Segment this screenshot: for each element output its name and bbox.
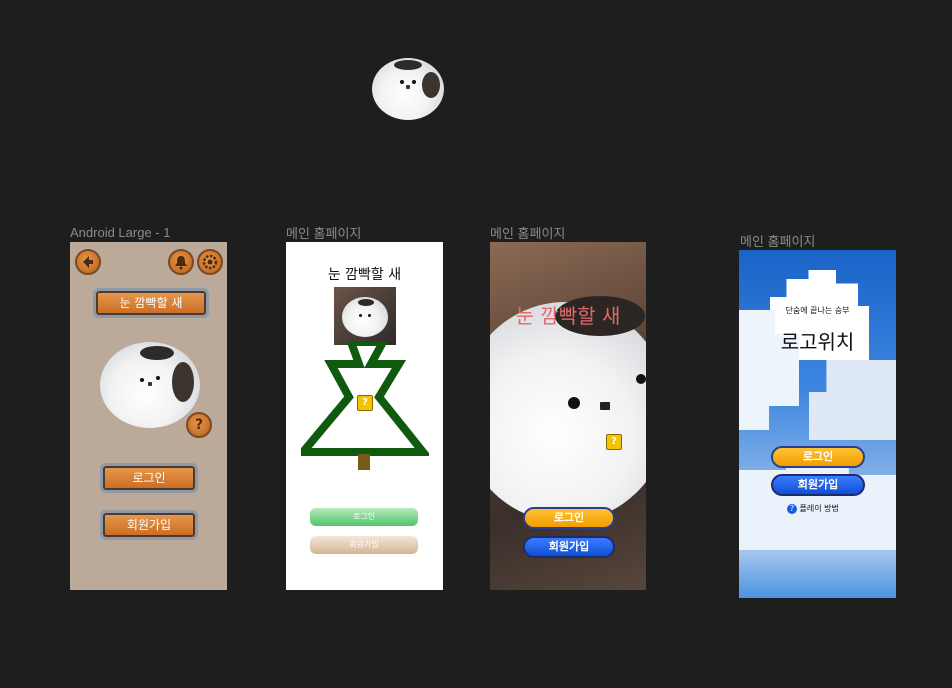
- frame-label-android-large[interactable]: Android Large - 1: [70, 225, 170, 240]
- login-button[interactable]: 로그인: [100, 463, 198, 493]
- frame-label-main-home-1[interactable]: 메인 홈페이지: [286, 223, 361, 242]
- frame-main-home-1: 눈 깜빡할 새 ? 로그인 회원가입: [286, 242, 443, 590]
- login-button[interactable]: 로그인: [310, 508, 418, 526]
- bell-icon[interactable]: [168, 249, 194, 275]
- gear-icon[interactable]: [197, 249, 223, 275]
- signup-button[interactable]: 회원가입: [771, 474, 865, 496]
- app-title: 눈 깜빡할 새: [327, 267, 402, 283]
- app-title: 눈 깜빡할 새: [515, 304, 621, 328]
- login-button[interactable]: 로그인: [523, 507, 615, 529]
- floating-bird-image: [372, 58, 444, 120]
- question-circle-icon: ?: [787, 503, 797, 514]
- bottom-strip: [286, 470, 443, 590]
- howto-label: 플레이 방법: [799, 504, 839, 513]
- frame-main-home-2: 눈 깜빡할 새 ? 로그인 회원가입: [490, 242, 646, 590]
- howto-link[interactable]: ? 플레이 방법: [787, 503, 839, 515]
- logo-placeholder: 로고위치: [780, 330, 855, 354]
- subtitle: 단숨에 끝나는 승부: [785, 306, 850, 315]
- back-arrow-icon[interactable]: [75, 249, 101, 275]
- title-button[interactable]: 눈 깜빡할 새: [93, 288, 209, 318]
- frame-label-main-home-3[interactable]: 메인 홈페이지: [740, 231, 815, 250]
- signup-button[interactable]: 회원가입: [310, 536, 418, 554]
- question-block-icon[interactable]: ?: [357, 395, 373, 411]
- signup-button[interactable]: 회원가입: [523, 536, 615, 558]
- login-button[interactable]: 로그인: [771, 446, 865, 468]
- bird-background-image: [490, 296, 646, 522]
- pixel-cloud: [809, 360, 896, 440]
- sea-strip: [739, 550, 896, 598]
- bird-photo: [334, 287, 396, 345]
- frame-label-main-home-2[interactable]: 메인 홈페이지: [490, 223, 565, 242]
- frame-android-large: 눈 깜빡할 새 ? 로그인 회원가입: [70, 242, 227, 590]
- frame-main-home-3: 단숨에 끝나는 승부 로고위치 로그인 회원가입 ? 플레이 방법: [739, 250, 896, 598]
- help-icon[interactable]: ?: [186, 412, 212, 438]
- bird-image: [100, 342, 200, 428]
- signup-button[interactable]: 회원가입: [100, 510, 198, 540]
- question-block-icon[interactable]: ?: [606, 434, 622, 450]
